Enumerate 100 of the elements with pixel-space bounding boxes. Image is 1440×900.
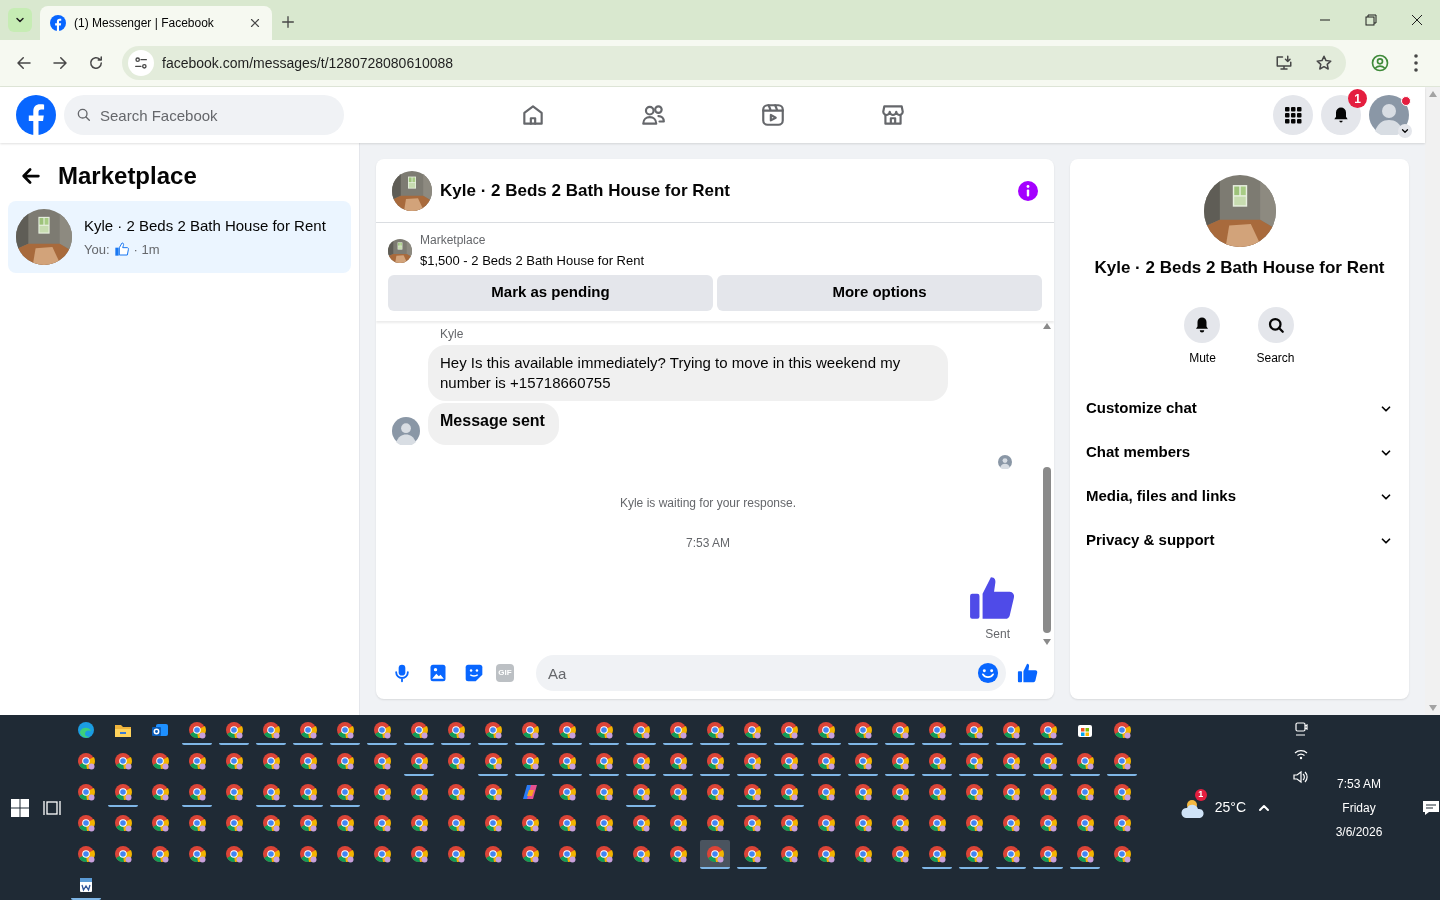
browser-icon <box>890 843 911 864</box>
like-icon <box>113 241 130 258</box>
tray-button[interactable] <box>1292 721 1310 737</box>
meet-icon <box>1293 721 1309 737</box>
browser-icon <box>594 750 615 771</box>
sticker-icon <box>464 663 484 683</box>
image-icon <box>428 663 448 683</box>
browser-icon <box>224 812 245 833</box>
back-button[interactable] <box>20 165 42 187</box>
browser-icon <box>557 812 578 833</box>
browser-icon <box>853 843 874 864</box>
browser-icon <box>483 812 504 833</box>
browser-icon <box>261 843 282 864</box>
browser-icon <box>150 843 171 864</box>
site-settings-button[interactable] <box>128 50 154 76</box>
browser-icon <box>668 812 689 833</box>
browser-icon <box>483 843 504 864</box>
browser-icon <box>594 719 615 740</box>
facebook-logo[interactable] <box>16 95 56 135</box>
browser-icon <box>372 719 393 740</box>
volume-button[interactable] <box>1292 769 1310 785</box>
browser-icon <box>224 781 245 802</box>
browser-icon <box>261 812 282 833</box>
browser-icon <box>705 781 726 802</box>
browser-icon <box>853 750 874 771</box>
edge-icon <box>76 719 97 740</box>
facebook-logo[interactable] <box>50 15 66 31</box>
timestamp: · 1m <box>133 240 160 259</box>
listing-title: $1,500 - 2 Beds 2 Bath House for Rent <box>420 252 645 270</box>
browser-icon <box>1001 781 1022 802</box>
browser-icon <box>1038 750 1059 771</box>
friends-icon <box>640 102 666 128</box>
taskbar-button[interactable] <box>700 840 731 869</box>
start-button[interactable] <box>10 798 29 817</box>
panel-title: Marketplace <box>58 161 197 191</box>
section-header[interactable]: Media, files and links <box>1086 474 1393 519</box>
section-header[interactable]: Privacy & support <box>1086 518 1393 563</box>
message-bubble: Message sent <box>428 402 559 445</box>
weather-button[interactable]: 25°C <box>1214 797 1246 818</box>
message-field[interactable]: Aa <box>536 655 1006 691</box>
scroll-down-icon <box>1043 639 1051 645</box>
storefront-icon <box>880 102 906 128</box>
preview-text: You: <box>84 240 110 259</box>
browser-icon <box>1112 812 1133 833</box>
menu-button[interactable] <box>1273 95 1313 135</box>
scroll-down-icon <box>1428 705 1437 711</box>
browser-icon <box>520 719 541 740</box>
profile-icon <box>1370 53 1390 73</box>
browser-icon <box>446 812 467 833</box>
browser-icon <box>446 781 467 802</box>
tab-search-button[interactable] <box>8 8 32 32</box>
action-button[interactable]: More options <box>717 274 1042 311</box>
browser-icon <box>76 781 97 802</box>
account-button[interactable] <box>1369 95 1409 135</box>
browser-icon <box>816 812 837 833</box>
action-button[interactable]: Mark as pending <box>388 274 713 311</box>
video-icon <box>760 102 786 128</box>
clock-button[interactable]: 7:53 AM Friday 3/6/2026 <box>1324 774 1394 841</box>
browser-icon <box>742 719 763 740</box>
browser-icon <box>113 750 134 771</box>
tune-icon <box>133 55 149 71</box>
browser-icon <box>335 719 356 740</box>
notifications-button[interactable] <box>1422 798 1440 817</box>
browser-icon <box>76 812 97 833</box>
browser-icon <box>261 719 282 740</box>
kebab-menu-icon <box>1414 54 1418 72</box>
browser-icon <box>668 843 689 864</box>
browser-icon <box>224 843 245 864</box>
browser-icon <box>816 750 837 771</box>
section-header[interactable]: Customize chat <box>1086 386 1393 431</box>
browser-icon <box>927 781 948 802</box>
browser-icon <box>631 750 652 771</box>
browser-icon <box>1112 843 1133 864</box>
task-view-button[interactable] <box>42 798 61 817</box>
browser-icon <box>1112 750 1133 771</box>
section-header[interactable]: Chat members <box>1086 430 1393 475</box>
browser-icon <box>409 843 430 864</box>
address-bar[interactable]: facebook.com/messages/t/1280728080610088 <box>122 46 1346 80</box>
browser-icon <box>705 750 726 771</box>
conversation-name: Kyle · 2 Beds 2 Bath House for Rent <box>84 216 326 236</box>
browser-icon <box>150 750 171 771</box>
browser-icon <box>631 812 652 833</box>
browser-icon <box>927 719 948 740</box>
browser-icon <box>1075 781 1096 802</box>
search-field[interactable]: Search Facebook <box>64 95 344 135</box>
close-icon[interactable] <box>248 16 262 30</box>
notifications-button[interactable] <box>1321 95 1361 135</box>
emoji-button[interactable] <box>977 662 999 684</box>
browser-icon <box>779 719 800 740</box>
browser-tab[interactable]: (1) Messenger | Facebook <box>40 6 272 40</box>
browser-icon <box>705 843 726 864</box>
browser-icon <box>335 781 356 802</box>
browser-icon <box>927 843 948 864</box>
browser-icon <box>187 812 208 833</box>
info-icon <box>1018 180 1038 201</box>
browser-icon <box>520 750 541 771</box>
browser-icon <box>557 750 578 771</box>
browser-icon <box>779 843 800 864</box>
conversation-item[interactable]: Kyle · 2 Beds 2 Bath House for Rent You: · 1m <box>8 201 351 273</box>
info-button[interactable] <box>1018 180 1038 201</box>
